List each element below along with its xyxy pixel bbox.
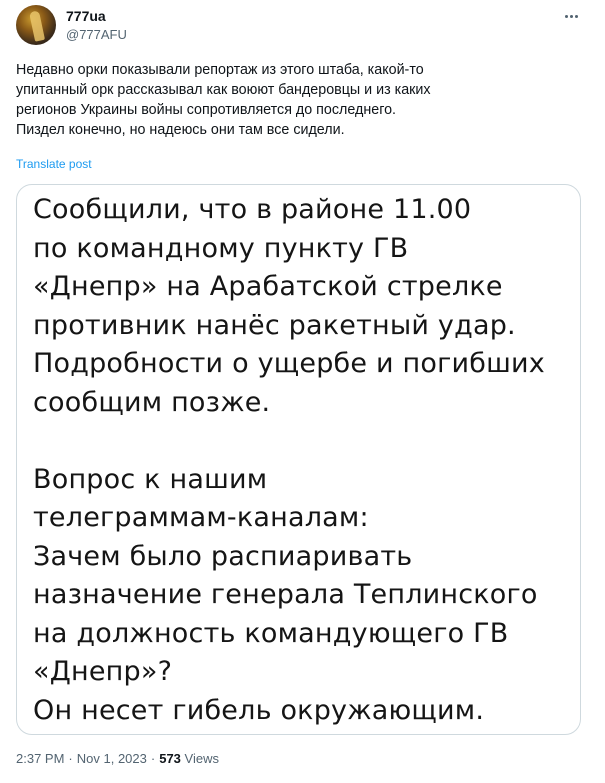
post-text-line: Недавно орки показывали репортаж из этог… (16, 62, 424, 78)
translate-post-link[interactable]: Translate post (16, 157, 92, 172)
image-text-line: Вопрос к нашим (33, 463, 268, 495)
image-text-line: телеграммам-каналам: (33, 502, 369, 533)
image-text-line: Сообщили, что в районе 11.00 (33, 194, 472, 225)
image-text-line: Он несет гибель окружающим. (33, 694, 485, 726)
image-text-line (33, 422, 545, 461)
image-text-line: на должность командующего ГВ (33, 617, 509, 649)
post-text-line: Пиздел конечно, но надеюсь они там все с… (16, 122, 345, 138)
views-count: 573 (159, 751, 181, 766)
image-text-line: противник нанёс ракетный удар. (33, 309, 516, 341)
author-block: 777ua @777AFU (66, 8, 127, 44)
post-date[interactable]: Nov 1, 2023 (77, 751, 147, 766)
author-display-name[interactable]: 777ua (66, 8, 127, 25)
image-text-line: Подробности о ущербе и погибших (33, 348, 545, 379)
more-horizontal-icon-dot (574, 14, 578, 18)
more-horizontal-icon-dot (569, 14, 573, 18)
meta-separator: · (150, 751, 156, 766)
more-horizontal-icon (564, 14, 568, 18)
post-text-line: регионов Украины войны сопротивляется до… (16, 102, 397, 118)
meta-separator: · (68, 751, 73, 766)
image-text-line: по командному пункту ГВ (33, 232, 409, 264)
image-text-line: назначение генерала Теплинского (33, 579, 538, 610)
attached-image[interactable]: Сообщили, что в районе 11.00 по командно… (16, 184, 581, 735)
image-text-line: «Днепр»? (33, 656, 173, 687)
post-time[interactable]: 2:37 PM (16, 751, 64, 766)
tweet: 777ua @777AFU Недавно орки показывали ре… (0, 0, 605, 783)
post-meta: 2:37 PM · Nov 1, 2023 · 573 Views (16, 750, 219, 768)
more-button[interactable] (558, 6, 584, 26)
image-text-line: «Днепр» на Арабатской стрелке (33, 271, 503, 302)
avatar-figure (28, 10, 46, 42)
image-text-line: Зачем было распиаривать (33, 540, 413, 572)
author-handle[interactable]: @777AFU (66, 26, 127, 44)
views-label: Views (184, 751, 219, 766)
image-text: Сообщили, что в районе 11.00 по командно… (33, 191, 545, 730)
avatar[interactable] (16, 5, 56, 45)
post-text-line: упитанный орк рассказывал как воюют банд… (16, 82, 431, 98)
post-text: Недавно орки показывали репортаж из этог… (16, 60, 586, 140)
image-text-line: сообщим позже. (33, 386, 271, 418)
